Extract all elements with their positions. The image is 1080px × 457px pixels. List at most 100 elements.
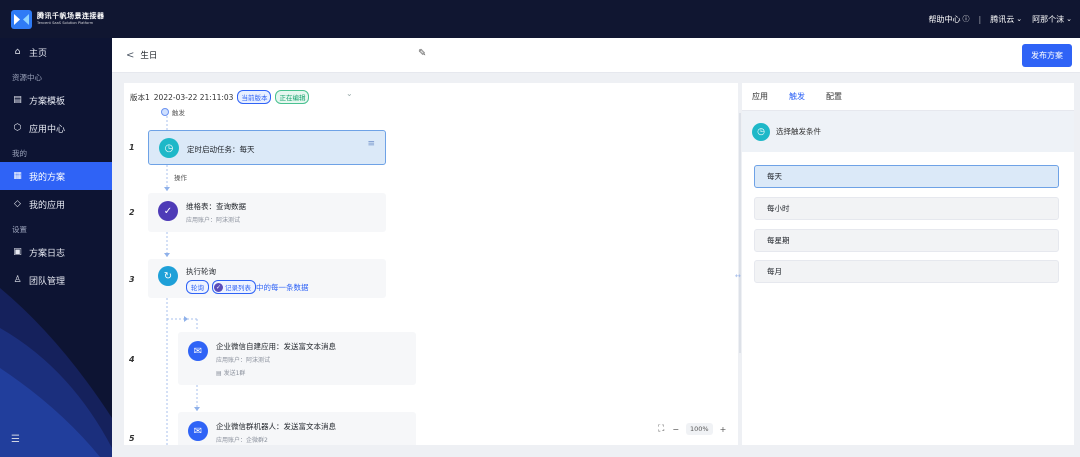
send-icon: ▤ — [216, 370, 222, 377]
editing-tag: 正在编辑 — [275, 90, 310, 104]
step-node-vika[interactable]: ✓ 维格表：查询数据 应用账户：阿沫测试 — [148, 193, 386, 232]
option-monthly[interactable]: 每月 — [754, 260, 1059, 283]
brand-logo[interactable]: 腾讯千帆场景连接器 Tencent SaaS Solution Platform — [11, 9, 105, 29]
publish-button[interactable]: 发布方案 — [1022, 44, 1072, 67]
nav-my-plans[interactable]: ▦ 我的方案 — [0, 162, 112, 190]
step-node-wecom-app[interactable]: ✉ 企业微信自建应用：发送富文本消息 应用账户：阿沫测试 ▤ 发送1群 — [178, 332, 416, 385]
fit-screen-icon[interactable]: ⛶ — [658, 424, 664, 434]
step-number: 3 — [129, 275, 135, 284]
trigger-text: 触发 — [172, 109, 185, 117]
step-detail: ▤ 发送1群 — [216, 368, 245, 377]
nav-plan-logs-label: 方案日志 — [29, 248, 66, 259]
step-title: 维格表：查询数据 — [186, 202, 246, 211]
zoom-level: 100% — [686, 423, 713, 435]
step-number: 5 — [129, 434, 135, 443]
step-account: 应用账户：阿沫测试 — [186, 217, 241, 224]
version-dropdown-chevron-icon[interactable]: ⌄ — [346, 89, 353, 98]
log-icon: ▣ — [13, 247, 22, 257]
logo-icon — [11, 9, 32, 29]
nav-my-plans-label: 我的方案 — [29, 172, 66, 183]
divider: | — [978, 14, 982, 24]
resize-arrows-icon[interactable]: ↔ — [735, 272, 741, 280]
version-bar: 版本1 2022-03-22 21:11:03 当前版本 正在编辑 — [130, 90, 310, 104]
nav-app-center[interactable]: ⬡ 应用中心 — [0, 114, 112, 142]
user-icon: ♙ — [13, 275, 22, 285]
vika-icon: ✓ — [214, 282, 223, 292]
step-title: 企业微信自建应用：发送富文本消息 — [216, 342, 336, 351]
nav-my-apps-label: 我的应用 — [29, 200, 66, 211]
nav-team[interactable]: ♙ 团队管理 — [0, 266, 112, 294]
user-name: 阿那个沫 — [1032, 14, 1065, 24]
plan-header: < 生日 ✎ 发布方案 — [112, 38, 1080, 73]
flow-canvas[interactable]: 版本1 2022-03-22 21:11:03 当前版本 正在编辑 ⌄ 触发 1… — [124, 83, 738, 445]
brand-name: 腾讯千帆场景连接器 — [37, 11, 105, 20]
chevron-down-icon: ⌄ — [1016, 15, 1023, 23]
edit-pencil-icon[interactable]: ✎ — [418, 48, 426, 59]
trigger-dot-icon — [161, 108, 169, 116]
loop-tail-text: 中的每一条数据 — [256, 282, 309, 292]
nav-templates-label: 方案模板 — [29, 96, 66, 107]
nav-home[interactable]: ⌂ 主页 — [0, 38, 112, 66]
user-menu[interactable]: 阿那个沫 ⌄ — [1032, 14, 1072, 25]
plan-name: 生日 — [140, 51, 158, 61]
step-number: 4 — [129, 355, 135, 364]
nav-group-mine: 我的 — [12, 149, 27, 158]
nav-team-label: 团队管理 — [29, 276, 66, 287]
back-arrow-icon[interactable]: < — [126, 50, 134, 61]
nav-my-apps[interactable]: ◇ 我的应用 — [0, 190, 112, 218]
cloud-label: 腾讯云 — [990, 14, 1015, 24]
version-time: 2022-03-22 21:11:03 — [153, 92, 234, 102]
template-icon: ▤ — [13, 95, 22, 105]
trigger-label: 触发 — [161, 107, 185, 117]
splitter-line — [739, 113, 741, 353]
nav-home-label: 主页 — [29, 48, 48, 59]
step-number: 1 — [129, 143, 135, 152]
nav-templates[interactable]: ▤ 方案模板 — [0, 86, 112, 114]
record-list-label: 记录列表 — [225, 284, 251, 292]
zoom-controls: ⛶ − 100% + — [658, 423, 726, 435]
nav-app-center-label: 应用中心 — [29, 124, 66, 135]
sidebar: ⌂ 主页 资源中心 ▤ 方案模板 ⬡ 应用中心 我的 ▦ 我的方案 ◇ 我的应用… — [0, 38, 112, 457]
clock-icon: ◷ — [159, 138, 179, 158]
zoom-in-button[interactable]: + — [720, 425, 727, 434]
wecom-bot-icon: ✉ — [188, 421, 208, 441]
record-list-pill: ✓ 记录列表 — [212, 280, 256, 294]
config-panel: 应用 触发 配置 ◷ 选择触发条件 每天 每小时 每星期 每月 — [742, 83, 1074, 445]
version-label: 版本1 — [130, 92, 150, 102]
step-node-loop[interactable]: ↻ 执行轮询 轮询 ✓ 记录列表 中的每一条数据 — [148, 259, 386, 298]
step-node-timer[interactable]: ◷ 定时启动任务：每天 ≡ — [148, 130, 386, 165]
step-node-wecom-bot[interactable]: ✉ 企业微信群机器人：发送富文本消息 应用账户：企微群2 — [178, 412, 416, 445]
nav-plan-logs[interactable]: ▣ 方案日志 — [0, 238, 112, 266]
question-circle-icon: ⓘ — [962, 15, 970, 23]
plan-icon: ▦ — [13, 171, 22, 181]
app-center-icon: ⬡ — [13, 123, 22, 133]
help-label: 帮助中心 — [928, 14, 961, 24]
step-title: 企业微信群机器人：发送富文本消息 — [216, 422, 336, 431]
chevron-down-icon: ⌄ — [1066, 15, 1072, 23]
menu-icon[interactable]: ≡ — [367, 139, 375, 149]
loop-pill: 轮询 — [186, 280, 209, 294]
nav-group-settings: 设置 — [12, 225, 27, 234]
top-navigation-bar: 腾讯千帆场景连接器 Tencent SaaS Solution Platform… — [0, 0, 1080, 38]
step-detail-text: 发送1群 — [223, 370, 246, 377]
layers-icon: ◇ — [14, 199, 21, 209]
option-daily[interactable]: 每天 — [754, 165, 1059, 188]
step-number: 2 — [129, 208, 135, 217]
option-weekly[interactable]: 每星期 — [754, 229, 1059, 252]
tencent-cloud-menu[interactable]: 腾讯云 ⌄ — [990, 14, 1022, 25]
current-version-tag: 当前版本 — [237, 90, 272, 104]
operation-label: 操作 — [174, 174, 187, 182]
option-hourly[interactable]: 每小时 — [754, 197, 1059, 220]
help-center-link[interactable]: 帮助中心 ⓘ — [929, 14, 970, 25]
collapse-menu-icon[interactable]: ☰ — [11, 434, 20, 445]
vika-icon: ✓ — [158, 201, 178, 221]
step-title: 定时启动任务：每天 — [187, 145, 255, 154]
trigger-condition-header: ◷ 选择触发条件 — [742, 111, 1074, 152]
condition-title: 选择触发条件 — [776, 127, 821, 136]
step-account: 应用账户：阿沫测试 — [216, 357, 271, 364]
step-account: 应用账户：企微群2 — [216, 437, 268, 444]
step-title: 执行轮询 — [186, 267, 216, 276]
home-icon: ⌂ — [14, 47, 21, 57]
zoom-out-button[interactable]: − — [672, 425, 679, 434]
brand-subtitle: Tencent SaaS Solution Platform — [37, 20, 94, 25]
